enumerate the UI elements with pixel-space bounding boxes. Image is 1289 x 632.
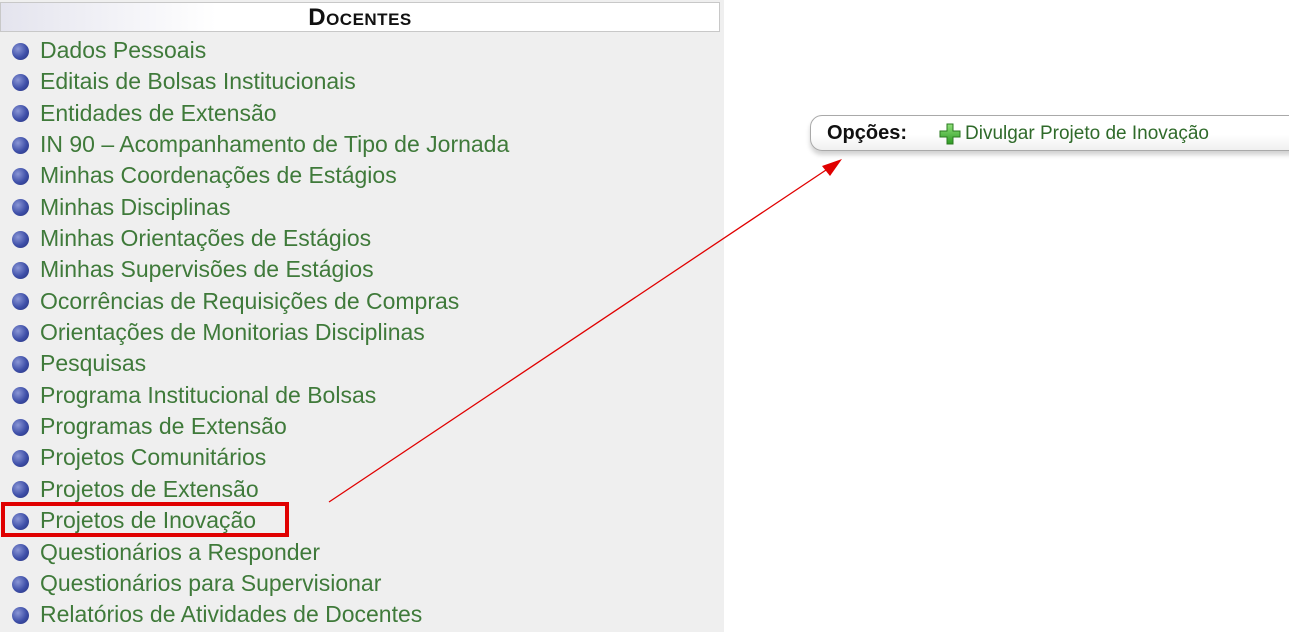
bullet-icon bbox=[12, 168, 29, 186]
menu-item-questionarios-supervisionar[interactable]: Questionários para Supervisionar bbox=[0, 568, 724, 599]
bullet-icon bbox=[12, 575, 29, 593]
bullet-icon bbox=[12, 105, 29, 123]
bullet-icon bbox=[12, 606, 29, 624]
menu-item-projetos-comunitarios[interactable]: Projetos Comunitários bbox=[0, 442, 724, 473]
menu-item-label: Pesquisas bbox=[40, 350, 147, 377]
bullet-icon bbox=[12, 199, 29, 217]
bullet-icon bbox=[12, 450, 29, 468]
menu-item-entidades-extensao[interactable]: Entidades de Extensão bbox=[0, 98, 724, 129]
menu-item-label: Minhas Coordenações de Estágios bbox=[40, 162, 397, 189]
bullet-icon bbox=[12, 356, 29, 374]
menu-item-label: Programas de Extensão bbox=[40, 413, 287, 440]
menu-item-label: Ocorrências de Requisições de Compras bbox=[40, 287, 460, 314]
menu-item-requisicoes-compras[interactable]: Ocorrências de Requisições de Compras bbox=[0, 286, 724, 317]
bullet-icon bbox=[12, 42, 29, 60]
bullet-icon bbox=[12, 74, 29, 92]
docentes-menu: Dados Pessoais Editais de Bolsas Institu… bbox=[0, 35, 724, 631]
bullet-icon bbox=[12, 387, 29, 405]
menu-item-projetos-inovacao[interactable]: Projetos de Inovação bbox=[0, 505, 724, 536]
bullet-icon bbox=[12, 481, 29, 499]
options-bar: Opções: Divulgar Projeto de Inovação bbox=[810, 115, 1289, 151]
menu-item-projetos-extensao[interactable]: Projetos de Extensão bbox=[0, 474, 724, 505]
menu-item-label: Entidades de Extensão bbox=[40, 99, 277, 126]
menu-item-label: IN 90 – Acompanhamento de Tipo de Jornad… bbox=[40, 131, 510, 158]
menu-item-programa-bolsas[interactable]: Programa Institucional de Bolsas bbox=[0, 380, 724, 411]
menu-item-pesquisas[interactable]: Pesquisas bbox=[0, 348, 724, 379]
menu-item-label: Minhas Supervisões de Estágios bbox=[40, 256, 374, 283]
menu-item-label: Questionários a Responder bbox=[40, 538, 320, 565]
menu-item-relatorios-atividades[interactable]: Relatórios de Atividades de Docentes bbox=[0, 599, 724, 630]
menu-item-label: Minhas Orientações de Estágios bbox=[40, 225, 372, 252]
menu-item-orientacoes-estagios[interactable]: Minhas Orientações de Estágios bbox=[0, 223, 724, 254]
bullet-icon bbox=[12, 544, 29, 562]
bullet-icon bbox=[12, 293, 29, 311]
menu-item-label: Projetos Comunitários bbox=[40, 444, 267, 471]
plus-icon[interactable] bbox=[939, 123, 961, 145]
docentes-panel: Docentes Dados Pessoais Editais de Bolsa… bbox=[0, 0, 724, 632]
divulgar-projeto-link[interactable]: Divulgar Projeto de Inovação bbox=[965, 123, 1209, 145]
menu-item-minhas-disciplinas[interactable]: Minhas Disciplinas bbox=[0, 192, 724, 223]
menu-item-label: Relatórios de Atividades de Docentes bbox=[40, 601, 423, 628]
screenshot-stage: Docentes Dados Pessoais Editais de Bolsa… bbox=[0, 0, 1289, 632]
menu-item-questionarios-responder[interactable]: Questionários a Responder bbox=[0, 537, 724, 568]
menu-item-label: Minhas Disciplinas bbox=[40, 193, 231, 220]
menu-item-coordenacoes-estagios[interactable]: Minhas Coordenações de Estágios bbox=[0, 160, 724, 191]
menu-item-label: Editais de Bolsas Institucionais bbox=[40, 68, 356, 95]
menu-item-label: Orientações de Monitorias Disciplinas bbox=[40, 319, 425, 346]
panel-title: Docentes bbox=[308, 4, 412, 31]
menu-item-monitorias-disciplinas[interactable]: Orientações de Monitorias Disciplinas bbox=[0, 317, 724, 348]
menu-item-label: Projetos de Extensão bbox=[40, 475, 259, 502]
menu-item-dados-pessoais[interactable]: Dados Pessoais bbox=[0, 35, 724, 66]
menu-item-label: Questionários para Supervisionar bbox=[40, 569, 382, 596]
menu-item-in90-jornada[interactable]: IN 90 – Acompanhamento de Tipo de Jornad… bbox=[0, 129, 724, 160]
menu-item-editais-bolsas[interactable]: Editais de Bolsas Institucionais bbox=[0, 66, 724, 97]
bullet-icon bbox=[12, 230, 29, 248]
bullet-icon bbox=[12, 136, 29, 154]
panel-header: Docentes bbox=[0, 2, 720, 32]
bullet-icon bbox=[12, 512, 29, 530]
menu-item-programas-extensao[interactable]: Programas de Extensão bbox=[0, 411, 724, 442]
bullet-icon bbox=[12, 418, 29, 436]
menu-item-supervisoes-estagios[interactable]: Minhas Supervisões de Estágios bbox=[0, 254, 724, 285]
menu-item-label: Programa Institucional de Bolsas bbox=[40, 381, 377, 408]
options-label: Opções: bbox=[827, 122, 908, 144]
menu-item-label: Dados Pessoais bbox=[40, 37, 207, 63]
bullet-icon bbox=[12, 324, 29, 342]
bullet-icon bbox=[12, 262, 29, 280]
menu-item-label: Projetos de Inovação bbox=[40, 507, 257, 534]
